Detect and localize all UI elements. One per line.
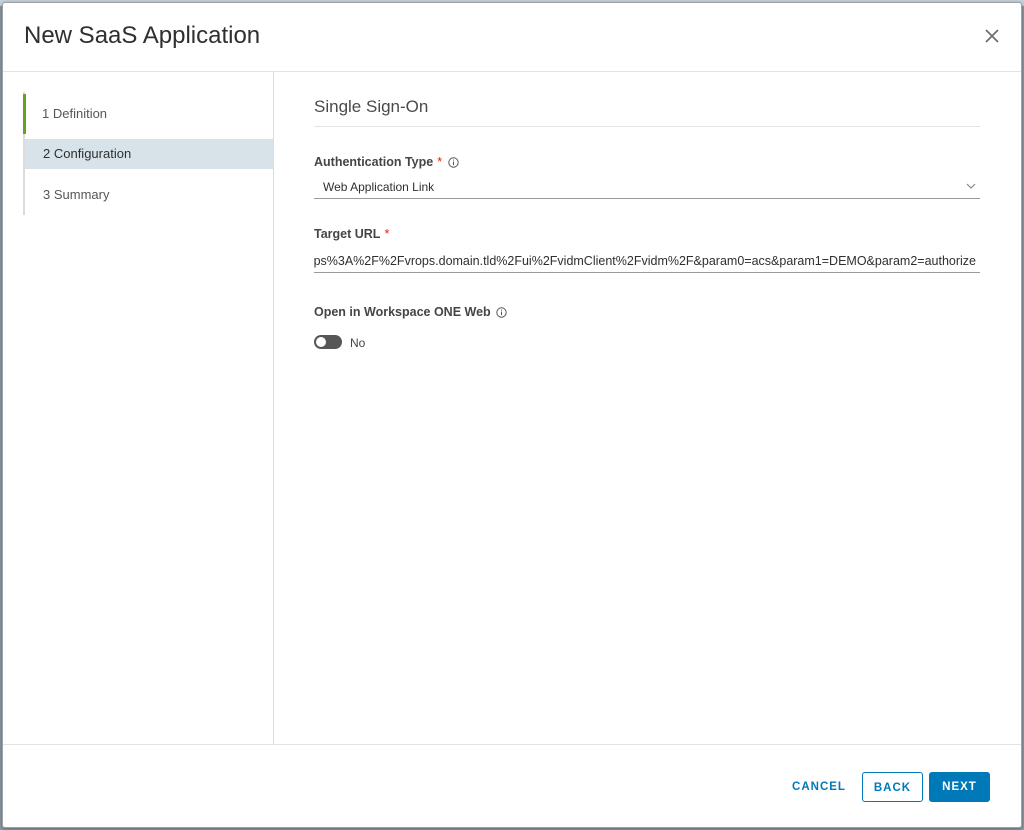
required-marker: *	[437, 155, 443, 169]
auth-type-value: Web Application Link	[323, 180, 435, 194]
step-configuration[interactable]: 2 Configuration	[25, 139, 273, 169]
modal-header: New SaaS Application	[3, 3, 1021, 72]
close-button[interactable]	[981, 25, 1003, 47]
auth-type-label-text: Authentication Type	[314, 155, 434, 169]
step-summary[interactable]: 3 Summary	[25, 180, 273, 210]
workspace-web-label-text: Open in Workspace ONE Web	[314, 305, 491, 319]
toggle-knob	[316, 337, 326, 347]
close-icon	[985, 29, 999, 43]
next-button[interactable]: NEXT	[929, 772, 990, 802]
wizard-content: Single Sign-On Authentication Type * Web …	[274, 72, 1021, 744]
workspace-web-label: Open in Workspace ONE Web	[314, 305, 507, 319]
target-url-label: Target URL *	[314, 227, 389, 241]
workspace-web-toggle[interactable]	[314, 335, 342, 349]
info-icon[interactable]	[447, 157, 459, 168]
step-definition[interactable]: 1 Definition	[23, 94, 271, 134]
wizard-steps-nav: 1 Definition 2 Configuration 3 Summary	[3, 72, 274, 744]
auth-type-select[interactable]: Web Application Link	[314, 176, 980, 199]
new-saas-application-modal: New SaaS Application 1 Definition 2 Conf…	[2, 2, 1022, 828]
auth-type-label: Authentication Type *	[314, 155, 459, 169]
info-icon[interactable]	[496, 307, 507, 318]
toggle-state-label: No	[350, 336, 366, 350]
cancel-button[interactable]: CANCEL	[786, 772, 852, 802]
chevron-down-icon	[966, 183, 976, 189]
modal-title: New SaaS Application	[24, 22, 261, 49]
target-url-label-text: Target URL	[314, 227, 381, 241]
section-divider	[314, 126, 980, 127]
target-url-value: ps%3A%2F%2Fvrops.domain.tld%2Fui%2FvidmC…	[314, 254, 976, 268]
back-button[interactable]: BACK	[862, 772, 923, 802]
modal-footer: CANCEL BACK NEXT	[3, 744, 1021, 827]
required-marker: *	[384, 227, 390, 241]
section-title: Single Sign-On	[314, 97, 429, 116]
target-url-input[interactable]: ps%3A%2F%2Fvrops.domain.tld%2Fui%2FvidmC…	[314, 250, 980, 273]
